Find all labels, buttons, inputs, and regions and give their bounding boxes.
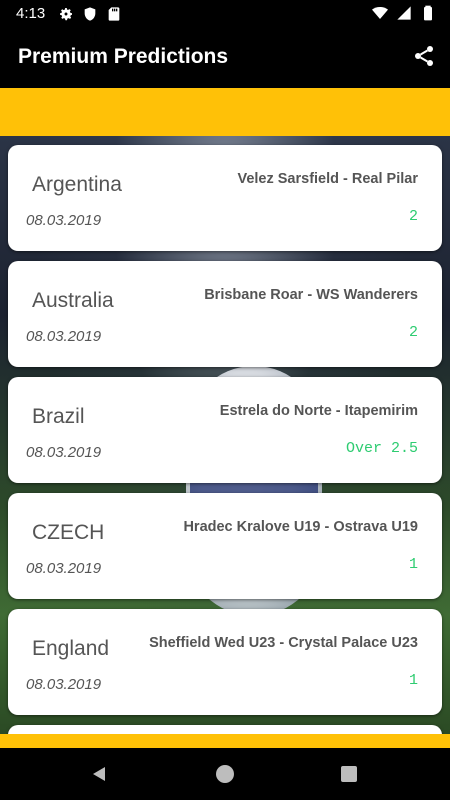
prediction-card[interactable]: Brazil Estrela do Norte - Itapemirim 08.… xyxy=(8,377,442,483)
predictions-list[interactable]: Argentina Velez Sarsfield - Real Pilar 0… xyxy=(0,136,450,734)
card-match: Estrela do Norte - Itapemirim xyxy=(219,403,418,419)
card-country: CZECH xyxy=(32,521,105,544)
bottom-ad-banner[interactable] xyxy=(0,734,450,748)
back-icon[interactable] xyxy=(90,765,108,783)
settings-icon xyxy=(60,8,72,21)
prediction-card[interactable]: England Sheffield Wed U23 - Crystal Pala… xyxy=(8,609,442,715)
status-right-icons xyxy=(372,5,436,21)
prediction-card[interactable]: Australia Brisbane Roar - WS Wanderers 0… xyxy=(8,261,442,367)
card-date: 08.03.2019 xyxy=(26,212,102,229)
card-date: 08.03.2019 xyxy=(26,444,102,461)
status-left-icons xyxy=(58,6,122,22)
card-tip: 1 xyxy=(408,672,418,689)
card-date: 08.03.2019 xyxy=(26,328,102,345)
status-time: 4:13 xyxy=(16,5,46,22)
shield-icon xyxy=(84,7,96,21)
prediction-card[interactable]: CZECH Hradec Kralove U19 - Ostrava U19 0… xyxy=(8,493,442,599)
card-match: Brisbane Roar - WS Wanderers xyxy=(204,287,418,303)
card-match: Velez Sarsfield - Real Pilar xyxy=(237,171,418,187)
card-match: Hradec Kralove U19 - Ostrava U19 xyxy=(183,519,418,535)
sd-card-icon xyxy=(108,7,120,21)
prediction-card[interactable] xyxy=(8,725,442,734)
share-icon[interactable] xyxy=(412,44,436,68)
card-tip: 2 xyxy=(408,324,418,341)
status-bar: 4:13 xyxy=(0,0,450,28)
card-country: Australia xyxy=(32,289,114,312)
card-tip: Over 2.5 xyxy=(345,440,418,457)
wifi-icon xyxy=(372,7,388,19)
card-tip: 1 xyxy=(408,556,418,573)
app-bar: Premium Predictions xyxy=(0,28,450,88)
card-date: 08.03.2019 xyxy=(26,676,102,693)
ad-banner[interactable] xyxy=(0,88,450,136)
page-title: Premium Predictions xyxy=(18,45,229,68)
signal-icon xyxy=(397,6,411,20)
home-icon[interactable] xyxy=(216,765,234,783)
navigation-bar xyxy=(0,748,450,800)
prediction-card[interactable]: Argentina Velez Sarsfield - Real Pilar 0… xyxy=(8,145,442,251)
card-date: 08.03.2019 xyxy=(26,560,102,577)
card-country: England xyxy=(32,637,110,660)
card-country: Argentina xyxy=(32,173,122,196)
battery-icon xyxy=(424,5,432,21)
card-match: Sheffield Wed U23 - Crystal Palace U23 xyxy=(149,635,418,651)
card-country: Brazil xyxy=(32,405,85,428)
card-tip: 2 xyxy=(408,208,418,225)
recents-icon[interactable] xyxy=(341,766,357,782)
